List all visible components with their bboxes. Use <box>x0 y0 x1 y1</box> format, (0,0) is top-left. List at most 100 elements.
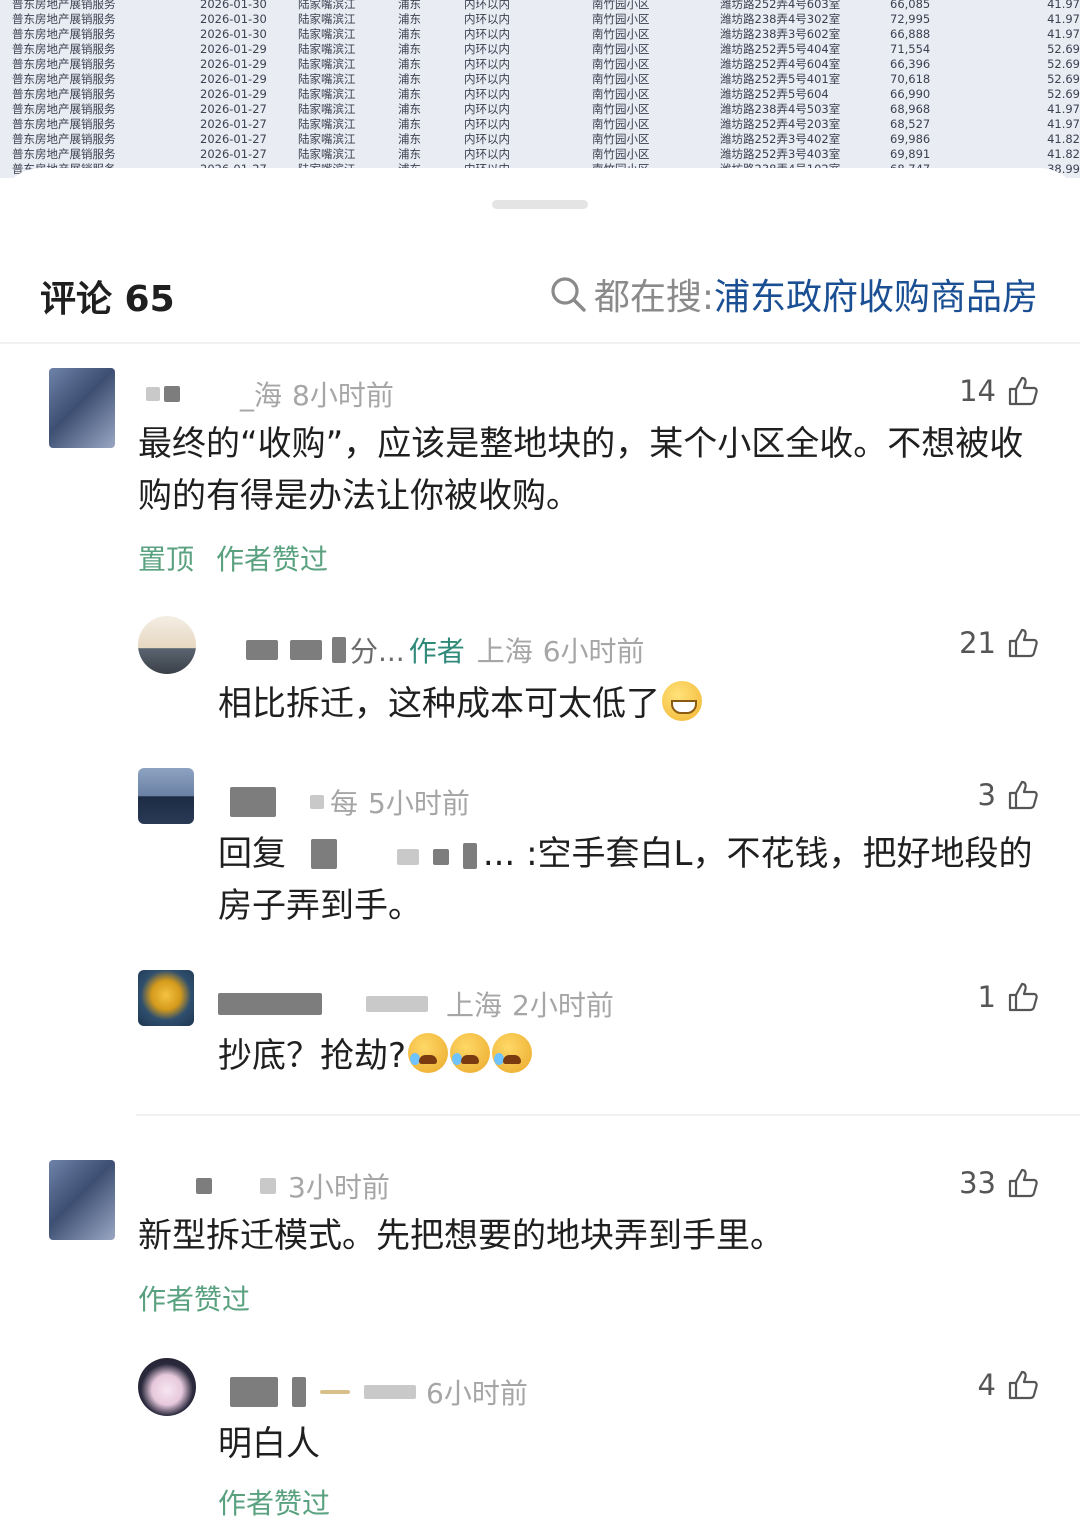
header-divider <box>0 342 1080 344</box>
like-button[interactable]: 33 <box>959 1166 1040 1200</box>
spreadsheet-cell: 2026-01-30 <box>200 0 267 11</box>
comments-header: 评论 65 都在搜: 浦东政府收购商品房 <box>0 262 1080 326</box>
commenter-name: _海 <box>240 379 283 412</box>
like-button[interactable]: 3 <box>978 778 1040 812</box>
spreadsheet-cell: 70,618 <box>890 71 931 86</box>
spreadsheet-cell: 浦东 <box>398 11 421 26</box>
comment-text: 抄底？抢劫? <box>218 1030 1038 1082</box>
spreadsheet-cell: 潍坊路252弄3号402室 <box>720 131 841 146</box>
avatar[interactable] <box>138 970 194 1026</box>
spreadsheet-cell: 普东房地产展销服务 <box>12 41 116 56</box>
crying-laughing-emoji-icon <box>450 1033 491 1073</box>
comment-body: 相比拆迁，这种成本可太低了 <box>218 684 660 724</box>
like-count: 4 <box>977 1368 996 1402</box>
spreadsheet-cell: 南竹园小区 <box>592 56 650 71</box>
like-button[interactable]: 14 <box>959 374 1040 408</box>
avatar[interactable] <box>49 1160 115 1240</box>
spreadsheet-cell: 66,396 <box>890 56 931 71</box>
crying-laughing-emoji-icon <box>492 1033 533 1073</box>
spreadsheet-cell: 普东房地产展销服务 <box>12 101 116 116</box>
spreadsheet-cell: 南竹园小区 <box>592 146 650 161</box>
avatar[interactable] <box>138 768 194 824</box>
spreadsheet-cell: 南竹园小区 <box>592 86 650 101</box>
spreadsheet-row: 普东房地产展销服务 2026-01-30 陆家嘴滨江 浦东 内环以内 南竹园小区 潍坊路23… <box>0 11 1080 26</box>
comment-meta: 上海 2小时前 <box>218 984 614 1024</box>
comment-text: 相比拆迁，这种成本可太低了 <box>218 678 1038 730</box>
spreadsheet-cell: 2026-01-29 <box>200 56 267 71</box>
spreadsheet-cell: 内环以内 <box>464 71 510 86</box>
comment-body: :空手套白L，不花钱，把好地段的房子弄到手。 <box>218 834 1033 926</box>
comment-tags: 置顶 作者赞过 <box>138 538 328 578</box>
spreadsheet-cell: 潍坊路252弄4号203室 <box>720 116 841 131</box>
spreadsheet-cell: 潍坊路252弄5号401室 <box>720 71 841 86</box>
avatar[interactable] <box>49 368 115 448</box>
thumbs-up-icon <box>1008 1370 1038 1400</box>
search-prefix: 都在搜: <box>593 277 714 318</box>
spreadsheet-cell: 内环以内 <box>464 101 510 116</box>
background-spreadsheet: 普东房地产展销服务 2026-01-30 陆家嘴滨江 浦东 内环以内 南竹园小区 潍坊路25… <box>0 0 1080 178</box>
spreadsheet-row: 普东房地产展销服务 2026-01-27 陆家嘴滨江 浦东 内环以内 南竹园小区 潍坊路25… <box>0 131 1080 146</box>
spreadsheet-cell: 72,995 <box>890 11 931 26</box>
spreadsheet-cell: 陆家嘴滨江 <box>298 56 356 71</box>
comment-time: 5小时前 <box>368 787 470 820</box>
commenter-name: 每 <box>330 787 359 820</box>
drag-handle[interactable] <box>492 200 588 209</box>
spreadsheet-cell: 潍坊路252弄5号604 <box>720 86 829 101</box>
comment-time: 3小时前 <box>288 1171 390 1204</box>
spreadsheet-cell: 普东房地产展销服务 <box>12 56 116 71</box>
avatar[interactable] <box>138 1358 196 1416</box>
spreadsheet-cell: 内环以内 <box>464 131 510 146</box>
spreadsheet-cell: 66,888 <box>890 26 931 41</box>
commenter-name: 分... <box>350 635 405 668</box>
spreadsheet-cell: 52.69 <box>1047 71 1080 86</box>
spreadsheet-cell: 陆家嘴滨江 <box>298 86 356 101</box>
spreadsheet-cell: 41.97 <box>1047 116 1080 131</box>
spreadsheet-cell: 内环以内 <box>464 41 510 56</box>
comment-meta: _海 8小时前 <box>146 374 394 414</box>
comment-meta: 6小时前 <box>230 1372 528 1412</box>
spreadsheet-cell: 陆家嘴滨江 <box>298 26 356 41</box>
spreadsheet-cell: 浦东 <box>398 101 421 116</box>
like-button[interactable]: 1 <box>978 980 1040 1014</box>
spreadsheet-cell: 潍坊路252弄3号403室 <box>720 146 841 161</box>
comment-meta: 分... 作者 上海 6小时前 <box>246 630 645 670</box>
spreadsheet-row: 普东房地产展销服务 2026-01-29 陆家嘴滨江 浦东 内环以内 南竹园小区 潍坊路25… <box>0 56 1080 71</box>
spreadsheet-cell: 68,527 <box>890 116 931 131</box>
spreadsheet-rows: 普东房地产展销服务 2026-01-30 陆家嘴滨江 浦东 内环以内 南竹园小区 潍坊路25… <box>0 0 1080 176</box>
spreadsheet-cell: 普东房地产展销服务 <box>12 11 116 26</box>
comment-time: 6小时前 <box>542 635 645 668</box>
spreadsheet-cell: 2026-01-27 <box>200 116 267 131</box>
spreadsheet-cell: 2026-01-27 <box>200 101 267 116</box>
spreadsheet-cell: 陆家嘴滨江 <box>298 131 356 146</box>
like-button[interactable]: 4 <box>978 1368 1040 1402</box>
comment-meta: 3小时前 <box>196 1166 390 1206</box>
like-button[interactable]: 21 <box>959 626 1040 660</box>
spreadsheet-cell: 52.69 <box>1047 41 1080 56</box>
spreadsheet-row: 普东房地产展销服务 2026-01-27 陆家嘴滨江 浦东 内环以内 南竹园小区 潍坊路25… <box>0 116 1080 131</box>
spreadsheet-cell: 普东房地产展销服务 <box>12 71 116 86</box>
author-liked-tag: 作者赞过 <box>216 543 329 576</box>
spreadsheet-cell: 浦东 <box>398 116 421 131</box>
spreadsheet-cell: 南竹园小区 <box>592 11 650 26</box>
spreadsheet-cell: 陆家嘴滨江 <box>298 146 356 161</box>
avatar[interactable] <box>138 616 196 674</box>
reply-prefix: 回复 <box>218 834 286 874</box>
spreadsheet-cell: 潍坊路252弄4号604室 <box>720 56 841 71</box>
comment-time: 8小时前 <box>292 379 394 412</box>
trending-search-link[interactable]: 都在搜: 浦东政府收购商品房 <box>548 268 1038 320</box>
spreadsheet-cell: 71,554 <box>890 41 931 56</box>
comment-time: 6小时前 <box>426 1377 528 1410</box>
comment-text: 回复 ... :空手套白L，不花钱，把好地段的房子弄到手。 <box>218 828 1038 932</box>
spreadsheet-cell: 66,990 <box>890 86 931 101</box>
spreadsheet-cell: 潍坊路238弄4号503室 <box>720 101 841 116</box>
spreadsheet-cell: 41.82 <box>1047 131 1080 146</box>
spreadsheet-cell: 陆家嘴滨江 <box>298 11 356 26</box>
comment-text: 最终的“收购”，应该是整地块的，某个小区全收。不想被收购的有得是办法让你被收购。 <box>138 424 1024 516</box>
spreadsheet-cell: 陆家嘴滨江 <box>298 71 356 86</box>
spreadsheet-cell: 2026-01-30 <box>200 26 267 41</box>
comment-location: 上海 <box>446 989 503 1022</box>
spreadsheet-cell: 2026-01-27 <box>200 146 267 161</box>
search-query: 浦东政府收购商品房 <box>713 277 1038 318</box>
spreadsheet-cell: 41.97 <box>1047 11 1080 26</box>
spreadsheet-row: 普东房地产展销服务 2026-01-29 陆家嘴滨江 浦东 内环以内 南竹园小区 潍坊路25… <box>0 86 1080 101</box>
